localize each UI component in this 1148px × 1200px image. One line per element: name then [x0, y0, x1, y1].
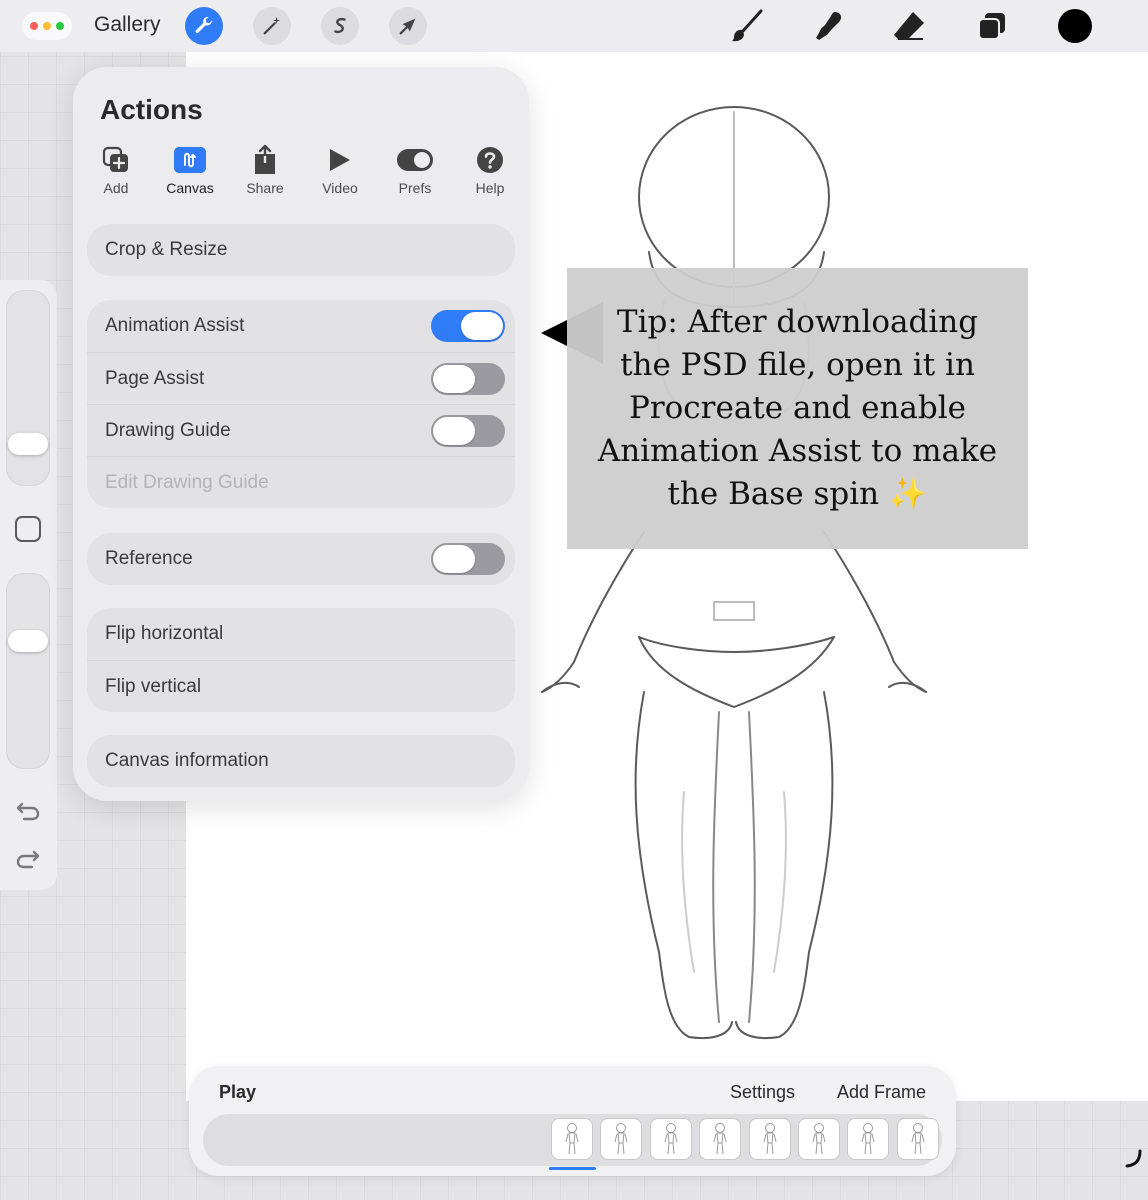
undo-icon[interactable] — [14, 796, 42, 824]
frame-thumbnail[interactable] — [649, 1118, 692, 1160]
play-button[interactable]: Play — [219, 1082, 256, 1103]
tab-video[interactable]: Video — [305, 143, 375, 196]
canvas-icon — [174, 147, 206, 173]
tab-canvas[interactable]: Canvas — [155, 143, 225, 196]
gallery-button[interactable]: Gallery — [94, 13, 161, 37]
smudge-button[interactable] — [808, 8, 848, 44]
page-assist-label: Page Assist — [105, 367, 205, 389]
frame-thumbnail[interactable] — [551, 1118, 593, 1160]
brush-size-slider[interactable] — [6, 290, 50, 486]
menu-dots-button[interactable] — [22, 12, 72, 40]
flip-vertical-item[interactable]: Flip vertical — [87, 660, 515, 712]
canvas-information-item[interactable]: Canvas information — [87, 735, 515, 787]
flip-group: Flip horizontal Flip vertical — [87, 608, 515, 712]
tab-share[interactable]: Share — [230, 143, 300, 196]
reference-item[interactable]: Reference — [87, 533, 515, 585]
share-icon — [255, 144, 275, 174]
crop-resize-label: Crop & Resize — [105, 239, 228, 260]
actions-panel: Actions Add Canvas Share Video Prefs Hel… — [73, 67, 529, 801]
transform-arrow-icon — [399, 18, 416, 35]
brush-button[interactable] — [727, 8, 767, 44]
canvas-information-label: Canvas information — [105, 750, 269, 771]
reference-toggle[interactable] — [431, 543, 505, 575]
page-assist-toggle[interactable] — [431, 363, 505, 395]
adjustments-button[interactable] — [253, 7, 291, 45]
left-sidebar — [0, 280, 57, 890]
panel-title: Actions — [100, 94, 203, 125]
tab-video-label: Video — [322, 180, 358, 196]
frame-thumbnail[interactable] — [896, 1118, 939, 1160]
flip-horizontal-item[interactable]: Flip horizontal — [87, 608, 515, 660]
layers-icon — [978, 13, 1005, 40]
crop-resize-item[interactable]: Crop & Resize — [87, 224, 515, 276]
prefs-icon — [397, 149, 433, 171]
add-frame-button[interactable]: Add Frame — [837, 1082, 926, 1103]
modify-square-icon[interactable] — [15, 516, 41, 542]
tab-prefs[interactable]: Prefs — [380, 143, 450, 196]
layers-button[interactable] — [972, 8, 1012, 44]
eraser-button[interactable] — [889, 8, 929, 44]
eraser-icon — [894, 12, 924, 40]
assist-group: Animation Assist Page Assist Drawing Gui… — [87, 300, 515, 508]
drawing-guide-item[interactable]: Drawing Guide — [87, 404, 515, 456]
flip-vertical-label: Flip vertical — [105, 675, 202, 697]
tab-help-label: Help — [475, 180, 505, 196]
opacity-slider[interactable] — [6, 573, 50, 769]
tab-share-label: Share — [246, 180, 284, 196]
redo-icon[interactable] — [14, 844, 42, 872]
tab-add[interactable]: Add — [81, 143, 151, 196]
edit-drawing-guide-label: Edit Drawing Guide — [105, 471, 269, 493]
edit-drawing-guide-item: Edit Drawing Guide — [87, 456, 515, 508]
tab-prefs-label: Prefs — [398, 180, 432, 196]
frame-thumbnail[interactable] — [847, 1118, 890, 1160]
tab-canvas-label: Canvas — [166, 180, 214, 196]
drawing-guide-toggle[interactable] — [431, 415, 505, 447]
info-group: Canvas information — [87, 735, 515, 787]
selected-frame-indicator — [549, 1167, 596, 1170]
dot-green — [56, 22, 64, 30]
animation-assist-label: Animation Assist — [105, 315, 245, 336]
tip-text: Tip: After downloading the PSD file, ope… — [597, 304, 998, 512]
wrench-icon — [195, 16, 213, 34]
top-toolbar: Gallery — [0, 0, 1148, 52]
dot-red — [30, 22, 38, 30]
tab-add-label: Add — [103, 180, 129, 196]
frame-thumbnail[interactable] — [748, 1118, 791, 1160]
figure-sketch — [541, 106, 927, 1040]
dot-yellow — [43, 22, 51, 30]
frame-timeline[interactable] — [203, 1114, 942, 1166]
canvas-corner-icon — [1125, 1149, 1142, 1168]
crop-group: Crop & Resize — [87, 224, 515, 276]
color-picker-button[interactable] — [1058, 9, 1092, 43]
frame-thumbnail[interactable] — [798, 1118, 840, 1160]
settings-button[interactable]: Settings — [730, 1082, 795, 1103]
tip-box: Tip: After downloading the PSD file, ope… — [567, 268, 1028, 549]
add-icon — [102, 146, 128, 172]
reference-label: Reference — [105, 548, 193, 569]
transform-button[interactable] — [389, 7, 427, 45]
brush-size-thumb[interactable] — [8, 433, 48, 455]
actions-wrench-button[interactable] — [185, 7, 223, 45]
drawing-guide-label: Drawing Guide — [105, 419, 231, 441]
animation-assist-item[interactable]: Animation Assist — [87, 300, 515, 352]
animation-assist-toggle[interactable] — [431, 310, 505, 342]
selection-button[interactable] — [321, 7, 359, 45]
brush-icon — [732, 9, 763, 42]
page-assist-item[interactable]: Page Assist — [87, 352, 515, 404]
flip-horizontal-label: Flip horizontal — [105, 623, 224, 644]
reference-group: Reference — [87, 533, 515, 585]
tab-help[interactable]: Help — [455, 143, 525, 196]
magic-wand-icon — [263, 16, 281, 35]
help-icon — [477, 147, 503, 173]
frame-thumbnail[interactable] — [600, 1118, 643, 1160]
selection-icon — [334, 17, 346, 34]
frame-thumbnail[interactable] — [699, 1118, 742, 1160]
opacity-thumb[interactable] — [8, 630, 48, 652]
animation-timeline-panel: Play Settings Add Frame — [189, 1066, 956, 1176]
smudge-icon — [816, 12, 842, 40]
video-icon — [330, 149, 350, 171]
